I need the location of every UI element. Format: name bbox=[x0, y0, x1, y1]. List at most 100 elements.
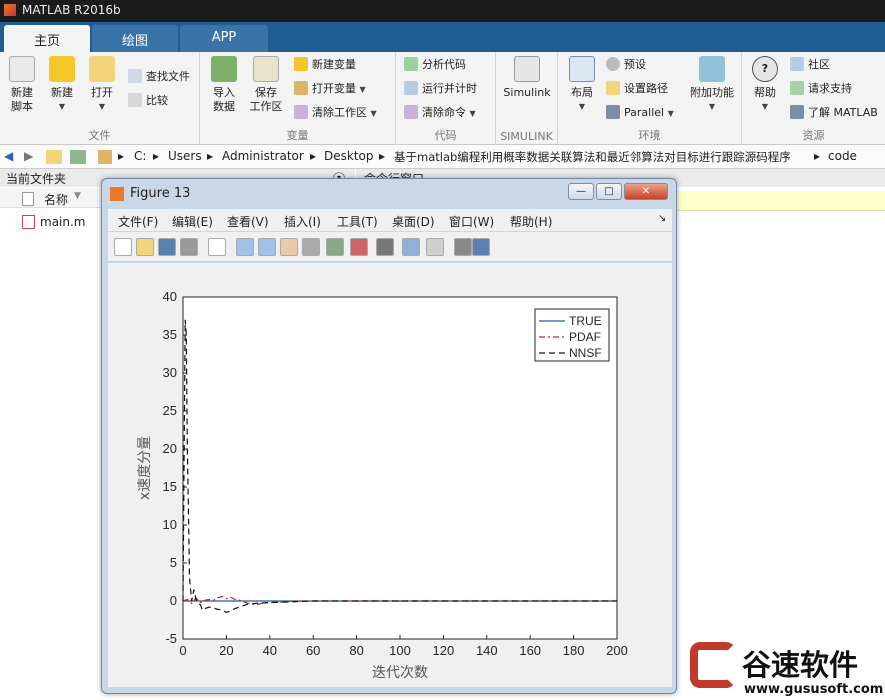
forward-arrow-icon[interactable]: ▶ bbox=[24, 149, 33, 163]
breadcrumb-project[interactable]: 基于matlab编程利用概率数据关联算法和最近邻算法对目标进行跟踪源码程序 bbox=[394, 149, 791, 165]
menu-window[interactable]: 窗口(W) bbox=[449, 213, 494, 230]
maximize-button[interactable]: □ bbox=[596, 183, 622, 200]
menu-file[interactable]: 文件(F) bbox=[118, 213, 158, 230]
rotate-icon[interactable] bbox=[302, 238, 320, 256]
simulink-button[interactable]: Simulink bbox=[500, 56, 554, 100]
menu-edit[interactable]: 编辑(E) bbox=[172, 213, 213, 230]
request-support-button[interactable]: 请求支持 bbox=[790, 80, 852, 98]
back-arrow-icon[interactable]: ◀ bbox=[4, 149, 13, 163]
compare-icon bbox=[128, 93, 142, 107]
compare-button[interactable]: 比较 bbox=[128, 92, 168, 110]
print-icon[interactable] bbox=[180, 238, 198, 256]
tab-apps[interactable]: APP bbox=[180, 25, 268, 52]
x-tick-label: 100 bbox=[389, 643, 411, 658]
import-data-button[interactable]: 导入 数据 bbox=[206, 56, 242, 114]
save-workspace-icon bbox=[253, 56, 279, 82]
ribbon-group-environment: 布局 ▼ 预设 设置路径 Parallel ▼ 附加功能 ▼ 环境 bbox=[558, 52, 742, 145]
zoom-out-icon[interactable] bbox=[258, 238, 276, 256]
chevron-down-icon: ▼ bbox=[708, 102, 716, 111]
show-plot-tools-icon[interactable] bbox=[472, 238, 490, 256]
help-button[interactable]: ? 帮助 ▼ bbox=[748, 56, 782, 114]
y-tick-label: 35 bbox=[163, 327, 177, 342]
run-and-time-button[interactable]: 运行并计时 bbox=[404, 80, 477, 98]
save-icon[interactable] bbox=[158, 238, 176, 256]
find-files-button[interactable]: 查找文件 bbox=[128, 68, 190, 86]
import-label: 导入 数据 bbox=[213, 86, 235, 113]
open-label: 打开 bbox=[91, 86, 113, 99]
community-button[interactable]: 社区 bbox=[790, 56, 830, 74]
set-path-button[interactable]: 设置路径 bbox=[606, 80, 668, 98]
brush-icon[interactable] bbox=[350, 238, 368, 256]
breadcrumb-desktop[interactable]: Desktop bbox=[324, 149, 374, 163]
breadcrumb-administrator[interactable]: Administrator bbox=[222, 149, 304, 163]
watermark-url: www.gususoft.com bbox=[744, 682, 884, 697]
menu-view[interactable]: 查看(V) bbox=[227, 213, 269, 230]
menu-help[interactable]: 帮助(H) bbox=[510, 213, 552, 230]
tab-plots[interactable]: 绘图 bbox=[92, 25, 178, 52]
address-bar: ◀ ▶ ▸ C: ▸ Users ▸ Administrator ▸ Deskt… bbox=[0, 145, 885, 169]
breadcrumb-code[interactable]: code bbox=[828, 149, 857, 163]
group-label-variable: 变量 bbox=[286, 129, 309, 142]
request-support-icon bbox=[790, 81, 804, 95]
preferences-button[interactable]: 预设 bbox=[606, 56, 646, 74]
breadcrumb-users[interactable]: Users bbox=[168, 149, 202, 163]
x-tick-label: 120 bbox=[433, 643, 455, 658]
parallel-button[interactable]: Parallel ▼ bbox=[606, 104, 674, 122]
learn-matlab-icon bbox=[790, 105, 804, 119]
request-support-label: 请求支持 bbox=[808, 82, 852, 95]
add-ons-label: 附加功能 bbox=[690, 86, 734, 99]
pan-icon[interactable] bbox=[280, 238, 298, 256]
x-tick-label: 180 bbox=[563, 643, 585, 658]
y-tick-label: 20 bbox=[163, 441, 177, 456]
menu-tools[interactable]: 工具(T) bbox=[337, 213, 378, 230]
data-cursor-icon[interactable] bbox=[326, 238, 344, 256]
menu-dock-icon[interactable]: ↘ bbox=[658, 213, 666, 224]
y-tick-label: 10 bbox=[163, 517, 177, 532]
find-files-label: 查找文件 bbox=[146, 70, 190, 83]
run-and-time-icon bbox=[404, 81, 418, 95]
open-file-icon[interactable] bbox=[136, 238, 154, 256]
minimize-button[interactable]: — bbox=[568, 183, 594, 200]
figure-titlebar[interactable]: Figure 13 — □ ✕ bbox=[102, 179, 676, 207]
link-icon[interactable] bbox=[376, 238, 394, 256]
community-label: 社区 bbox=[808, 58, 830, 71]
colorbar-icon[interactable] bbox=[402, 238, 420, 256]
up-folder-icon[interactable] bbox=[46, 150, 62, 164]
open-button[interactable]: 打开 ▼ bbox=[84, 56, 120, 114]
ribbon-group-file: 新建 脚本 新建 ▼ 打开 ▼ 查找文件 比较 文件 bbox=[0, 52, 200, 145]
zoom-in-icon[interactable] bbox=[236, 238, 254, 256]
new-button[interactable]: 新建 ▼ bbox=[44, 56, 80, 114]
save-workspace-button[interactable]: 保存 工作区 bbox=[246, 56, 286, 114]
x-tick-label: 60 bbox=[306, 643, 320, 658]
gear-icon bbox=[606, 57, 620, 71]
new-variable-button[interactable]: 新建变量 bbox=[294, 56, 356, 74]
new-script-button[interactable]: 新建 脚本 bbox=[4, 56, 40, 114]
clear-commands-button[interactable]: 清除命令 ▼ bbox=[404, 104, 476, 122]
matlab-logo-icon bbox=[4, 4, 16, 16]
run-and-time-label: 运行并计时 bbox=[422, 82, 477, 95]
help-icon: ? bbox=[752, 56, 778, 82]
breadcrumb-c[interactable]: C: bbox=[134, 149, 146, 163]
clear-workspace-button[interactable]: 清除工作区 ▼ bbox=[294, 104, 377, 122]
legend-icon[interactable] bbox=[426, 238, 444, 256]
learn-matlab-button[interactable]: 了解 MATLAB bbox=[790, 104, 878, 122]
add-ons-button[interactable]: 附加功能 ▼ bbox=[686, 56, 738, 114]
chevron-down-icon: ▼ bbox=[359, 85, 366, 94]
breadcrumb-sep-icon: ▸ bbox=[118, 149, 125, 163]
hide-plot-tools-icon[interactable] bbox=[454, 238, 472, 256]
close-button[interactable]: ✕ bbox=[624, 183, 668, 200]
clear-commands-label: 清除命令 bbox=[422, 106, 466, 119]
tab-home[interactable]: 主页 bbox=[4, 25, 90, 52]
pointer-icon[interactable] bbox=[208, 238, 226, 256]
watermark-brand: 谷速软件 bbox=[742, 648, 859, 682]
menu-desktop[interactable]: 桌面(D) bbox=[392, 213, 435, 230]
watermark-logo-icon bbox=[690, 642, 736, 688]
menu-insert[interactable]: 插入(I) bbox=[284, 213, 321, 230]
new-figure-icon[interactable] bbox=[114, 238, 132, 256]
open-variable-button[interactable]: 打开变量 ▼ bbox=[294, 80, 366, 98]
group-label-code: 代码 bbox=[434, 129, 457, 142]
layout-button[interactable]: 布局 ▼ bbox=[564, 56, 600, 114]
ribbon: 新建 脚本 新建 ▼ 打开 ▼ 查找文件 比较 文件 导入 数据 保存 工作区 新建… bbox=[0, 52, 885, 145]
browse-folder-icon[interactable] bbox=[70, 150, 86, 164]
analyze-code-button[interactable]: 分析代码 bbox=[404, 56, 466, 74]
